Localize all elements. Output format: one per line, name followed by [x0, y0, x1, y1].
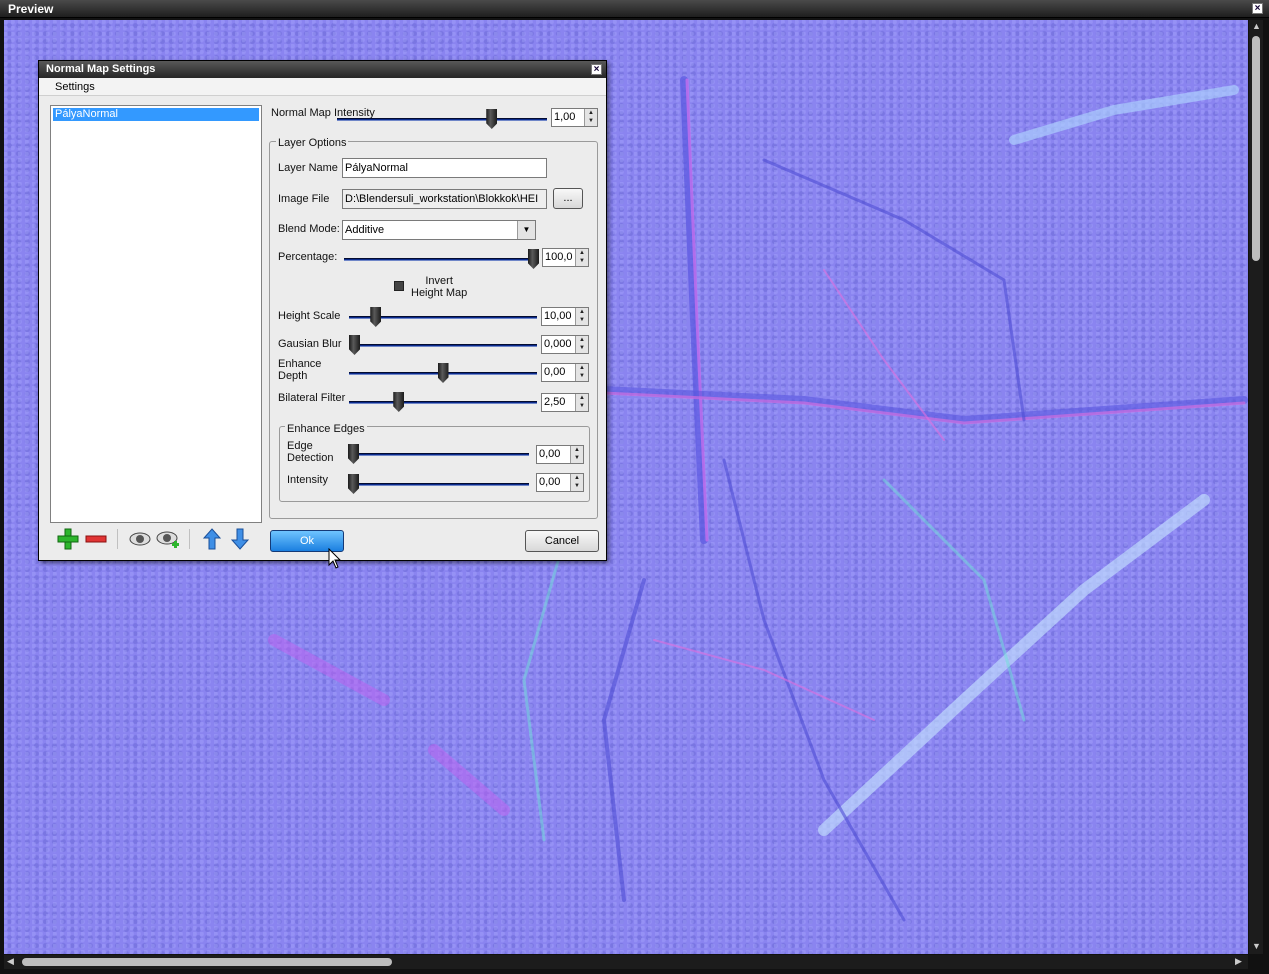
stepper-buttons[interactable]: ▲ ▼	[575, 249, 588, 266]
cancel-button[interactable]: Cancel	[525, 530, 599, 552]
toolbar-divider	[189, 529, 190, 549]
horizontal-scrollbar[interactable]: ◀ ▶	[4, 955, 1248, 969]
enhance-depth-value: 0,00	[544, 366, 566, 378]
dialog-title: Normal Map Settings	[46, 63, 156, 75]
eye-add-icon[interactable]	[155, 526, 181, 552]
layer-list[interactable]: PályaNormal	[50, 105, 262, 523]
enhance-depth-stepper[interactable]: 0,00 ▲ ▼	[541, 363, 589, 382]
move-up-icon[interactable]	[199, 526, 225, 552]
menubar: Settings	[39, 78, 606, 96]
bilateral-filter-label: Bilateral Filter	[278, 392, 346, 404]
height-scale-stepper[interactable]: 10,00 ▲ ▼	[541, 307, 589, 326]
add-layer-icon[interactable]	[55, 526, 81, 552]
edge-intensity-label: Intensity	[287, 474, 328, 486]
dialog-titlebar: Normal Map Settings ×	[39, 61, 606, 78]
edge-intensity-value: 0,00	[539, 476, 561, 488]
window-title: Preview	[8, 2, 54, 16]
vertical-scroll-thumb[interactable]	[1252, 36, 1260, 261]
normal-map-settings-dialog: Normal Map Settings × Settings PályaNorm…	[38, 60, 607, 561]
enhance-edges-title: Enhance Edges	[285, 423, 367, 435]
preview-window: Preview × ▲ ▼ ◀ ▶ Normal Map Settings × …	[0, 0, 1269, 974]
layer-name-field[interactable]: PályaNormal	[342, 158, 547, 178]
scroll-down-icon[interactable]: ▼	[1252, 941, 1261, 951]
percentage-value: 100,0	[545, 251, 573, 263]
menu-settings[interactable]: Settings	[55, 81, 95, 93]
intensity-value: 1,00	[554, 111, 576, 123]
invert-height-map-label: Invert Height Map	[411, 275, 468, 299]
remove-layer-icon[interactable]	[83, 526, 109, 552]
stepper-buttons[interactable]: ▲ ▼	[570, 446, 583, 463]
edge-intensity-slider[interactable]	[348, 483, 529, 486]
edge-detection-label: Edge Detection	[287, 440, 334, 464]
toolbar-divider	[117, 529, 118, 549]
blend-mode-value: Additive	[345, 224, 385, 236]
scroll-left-icon[interactable]: ◀	[7, 956, 14, 967]
window-close-icon[interactable]: ×	[1252, 3, 1263, 14]
blend-mode-label: Blend Mode:	[278, 223, 340, 235]
percentage-stepper[interactable]: 100,0 ▲ ▼	[542, 248, 589, 267]
layer-options-title: Layer Options	[276, 137, 349, 149]
blend-mode-select[interactable]: Additive ▼	[342, 220, 536, 240]
mouse-cursor-icon	[328, 548, 342, 569]
bilateral-filter-slider[interactable]	[349, 401, 537, 404]
enhance-depth-label: Enhance Depth	[278, 358, 322, 382]
stepper-buttons[interactable]: ▲ ▼	[575, 308, 588, 325]
chevron-down-icon[interactable]: ▼	[517, 221, 535, 239]
eye-icon[interactable]	[127, 526, 153, 552]
move-down-icon[interactable]	[227, 526, 253, 552]
layer-list-item[interactable]: PályaNormal	[53, 108, 259, 121]
intensity-slider[interactable]	[337, 118, 547, 121]
edge-detection-stepper[interactable]: 0,00 ▲ ▼	[536, 445, 584, 464]
bilateral-filter-value: 2,50	[544, 396, 566, 408]
gausian-blur-value: 0,000	[544, 338, 572, 350]
horizontal-scroll-thumb[interactable]	[22, 958, 392, 966]
edge-detection-value: 0,00	[539, 448, 561, 460]
intensity-slider-knob[interactable]	[486, 109, 498, 129]
layer-name-label: Layer Name	[278, 162, 338, 174]
browse-button[interactable]: ...	[553, 188, 583, 209]
invert-height-map-checkbox[interactable]	[394, 281, 404, 291]
gausian-blur-label: Gausian Blur	[278, 338, 342, 350]
image-file-label: Image File	[278, 193, 330, 205]
gausian-blur-slider[interactable]	[349, 344, 537, 347]
percentage-label: Percentage:	[278, 251, 338, 263]
bilateral-filter-stepper[interactable]: 2,50 ▲ ▼	[541, 393, 589, 412]
gausian-blur-stepper[interactable]: 0,000 ▲ ▼	[541, 335, 589, 354]
stepper-buttons[interactable]: ▲ ▼	[575, 364, 588, 381]
height-scale-value: 10,00	[544, 310, 572, 322]
percentage-slider[interactable]	[344, 258, 539, 261]
scroll-up-icon[interactable]: ▲	[1252, 21, 1261, 31]
image-file-field[interactable]: D:\Blendersuli_workstation\Blokkok\HEI	[342, 189, 547, 209]
dialog-close-icon[interactable]: ×	[591, 64, 602, 75]
stepper-buttons[interactable]: ▲ ▼	[575, 336, 588, 353]
window-titlebar: Preview ×	[0, 0, 1269, 18]
edge-detection-slider[interactable]	[348, 453, 529, 456]
height-scale-label: Height Scale	[278, 310, 341, 322]
stepper-buttons[interactable]: ▲ ▼	[570, 474, 583, 491]
vertical-scrollbar[interactable]: ▲ ▼	[1249, 20, 1263, 954]
stepper-buttons[interactable]: ▲ ▼	[575, 394, 588, 411]
intensity-stepper[interactable]: 1,00 ▲ ▼	[551, 108, 598, 127]
stepper-buttons[interactable]: ▲ ▼	[584, 109, 597, 126]
edge-intensity-stepper[interactable]: 0,00 ▲ ▼	[536, 473, 584, 492]
scroll-right-icon[interactable]: ▶	[1235, 956, 1242, 967]
